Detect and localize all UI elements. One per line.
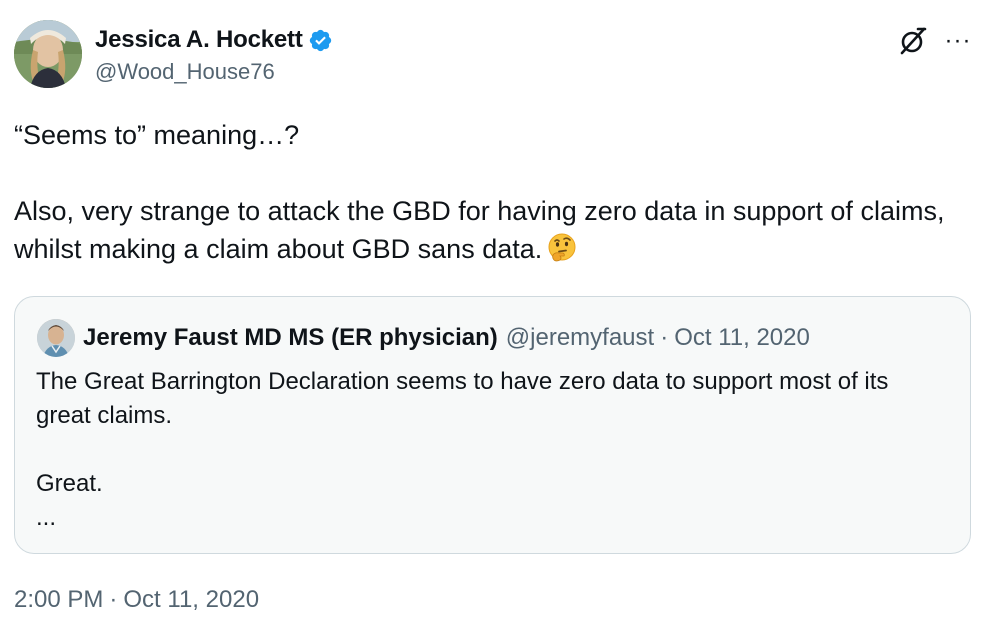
quoted-author-name[interactable]: Jeremy Faust MD MS (ER physician) <box>83 324 498 352</box>
quoted-tweet-card[interactable]: Jeremy Faust MD MS (ER physician) @jerem… <box>14 296 971 554</box>
quoted-author-handle[interactable]: @jeremyfaust <box>506 324 654 352</box>
tweet-text-line-1: “Seems to” meaning…? <box>14 120 300 150</box>
thinking-face-emoji <box>548 233 576 262</box>
quoted-author-avatar[interactable] <box>37 319 75 357</box>
timestamp-date: Oct 11, 2020 <box>123 586 260 613</box>
author-name[interactable]: Jessica A. Hockett <box>95 26 303 54</box>
more-options-icon[interactable]: ··· <box>943 27 973 55</box>
quoted-tweet-header: Jeremy Faust MD MS (ER physician) @jerem… <box>83 323 810 353</box>
author-avatar-image <box>14 20 82 88</box>
quoted-text-ellipsis: ... <box>36 504 57 531</box>
tweet-text: “Seems to” meaning…? Also, very strange … <box>14 116 964 268</box>
author-handle[interactable]: @Wood_House76 <box>95 59 275 85</box>
grok-icon[interactable] <box>898 26 928 56</box>
author-avatar[interactable] <box>14 20 82 88</box>
quoted-text-paragraph-1: The Great Barrington Declaration seems t… <box>36 368 889 429</box>
quoted-author-avatar-image <box>37 319 75 357</box>
verified-badge-icon[interactable] <box>308 28 333 53</box>
quoted-text-paragraph-2: Great. <box>36 470 103 497</box>
quoted-tweet-date[interactable]: Oct 11, 2020 <box>674 324 810 352</box>
timestamp-separator: · <box>109 586 118 613</box>
tweet-timestamp[interactable]: 2:00 PM · Oct 11, 2020 <box>14 586 259 614</box>
quoted-header-separator: · <box>660 324 669 351</box>
quoted-tweet-text: The Great Barrington Declaration seems t… <box>36 365 946 535</box>
tweet-text-line-2-content: Also, very strange to attack the GBD for… <box>14 196 945 264</box>
author-name-row: Jessica A. Hockett <box>95 24 333 56</box>
tweet-text-line-2: Also, very strange to attack the GBD for… <box>14 192 964 268</box>
timestamp-time: 2:00 PM <box>14 586 104 613</box>
tweet: Jessica A. Hockett @Wood_House76 ··· “Se… <box>0 0 994 636</box>
